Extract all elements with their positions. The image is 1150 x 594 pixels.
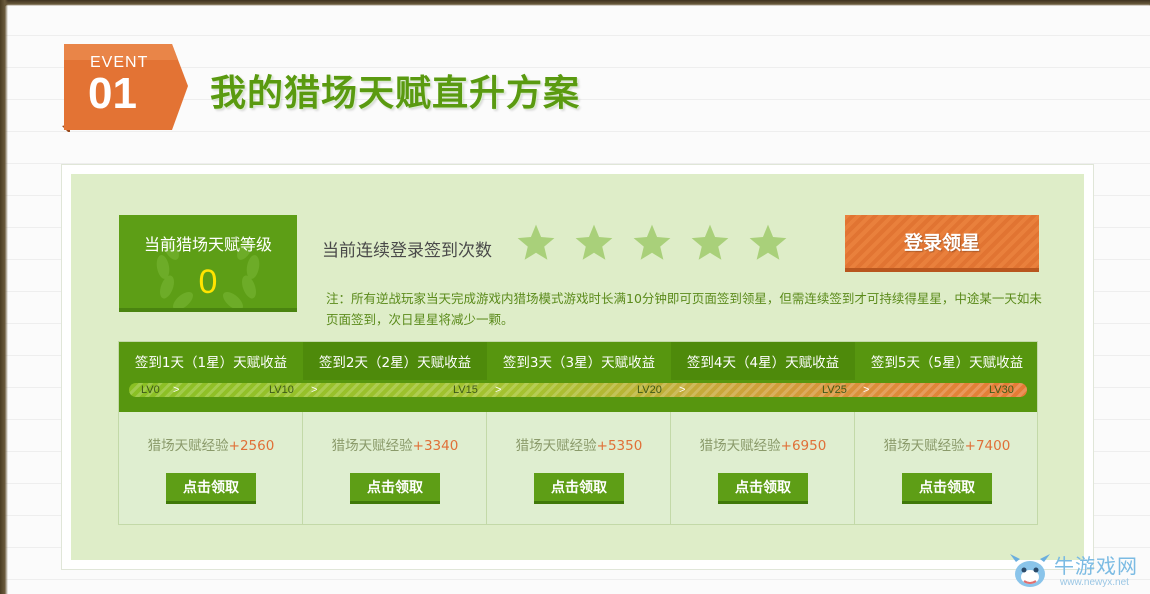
login-streak-label: 当前连续登录签到次数: [322, 241, 492, 261]
exp-label: 猎场天赋经验: [883, 438, 965, 454]
exp-label: 猎场天赋经验: [699, 438, 781, 454]
level-arrow: >: [863, 384, 870, 396]
level-marker-lv20: LV20: [637, 384, 662, 396]
reward-header-day2: 签到2天（2星）天赋收益: [303, 342, 487, 380]
exp-value: +2560: [228, 438, 275, 454]
star-icon: [575, 224, 613, 260]
watermark-name: 牛游戏网: [1054, 554, 1138, 578]
reward-header-day4: 签到4天（4星）天赋收益: [671, 342, 855, 380]
reward-exp: 猎场天赋经验+5350: [487, 434, 671, 454]
exp-value: +5350: [596, 438, 643, 454]
reward-header-day3: 签到3天（3星）天赋收益: [502, 355, 656, 371]
exp-label: 猎场天赋经验: [147, 438, 229, 454]
reward-header-day5: 签到5天（5星）天赋收益: [870, 355, 1024, 371]
level-marker-lv30: LV30: [989, 384, 1014, 396]
claim-button-day5[interactable]: 点击领取: [902, 473, 992, 504]
talent-level-value: 0: [198, 263, 218, 301]
level-marker-lv0: LV0: [141, 384, 160, 396]
exp-value: +7400: [964, 438, 1011, 454]
rewards-header: 签到1天（1星）天赋收益 签到2天（2星）天赋收益 签到3天（3星）天赋收益 签…: [119, 342, 1037, 412]
reward-cell-day1: 猎场天赋经验+2560 点击领取: [119, 412, 303, 524]
mascot-icon: [1010, 554, 1050, 587]
talent-level-label: 当前猎场天赋等级: [143, 235, 272, 254]
reward-exp: 猎场天赋经验+2560: [119, 434, 303, 454]
exp-label: 猎场天赋经验: [331, 438, 413, 454]
reward-header-day1: 签到1天（1星）天赋收益: [134, 355, 288, 371]
talent-level-box: 当前猎场天赋等级 0: [119, 215, 297, 312]
page-title: 我的猎场天赋直升方案: [210, 73, 581, 114]
star-rating: [515, 222, 789, 264]
reward-cell-day5: 猎场天赋经验+7400 点击领取: [855, 412, 1039, 524]
event-badge: EVENT 01: [60, 44, 190, 132]
rules-note: 注：所有逆战玩家当天完成游戏内猎场模式游戏时长满10分钟即可页面签到领星，但需连…: [326, 291, 1042, 327]
claim-button-day2[interactable]: 点击领取: [350, 473, 440, 504]
star-icon: [517, 224, 555, 260]
level-progress-bar: [129, 383, 1027, 397]
reward-exp: 猎场天赋经验+3340: [303, 434, 487, 454]
level-arrow: >: [173, 384, 180, 396]
reward-exp: 猎场天赋经验+6950: [671, 434, 855, 454]
badge-number: 01: [88, 69, 137, 118]
rewards-table: 签到1天（1星）天赋收益 签到2天（2星）天赋收益 签到3天（3星）天赋收益 签…: [118, 341, 1038, 525]
reward-cell-day4: 猎场天赋经验+6950 点击领取: [671, 412, 855, 524]
star-icon: [749, 224, 787, 260]
exp-label: 猎场天赋经验: [515, 438, 597, 454]
site-watermark: 牛游戏网 www.newyx.net: [1006, 546, 1150, 594]
level-marker-lv15: LV15: [453, 384, 478, 396]
reward-exp: 猎场天赋经验+7400: [855, 434, 1039, 454]
claim-button-day1[interactable]: 点击领取: [166, 473, 256, 504]
level-marker-lv25: LV25: [822, 384, 847, 396]
exp-value: +6950: [780, 438, 827, 454]
level-marker-lv10: LV10: [269, 384, 294, 396]
exp-value: +3340: [412, 438, 459, 454]
level-arrow: >: [679, 384, 686, 396]
reward-cell-day3: 猎场天赋经验+5350 点击领取: [487, 412, 671, 524]
reward-cell-day2: 猎场天赋经验+3340 点击领取: [303, 412, 487, 524]
watermark-url: www.newyx.net: [1060, 577, 1129, 588]
rewards-body: 猎场天赋经验+2560 点击领取 猎场天赋经验+3340 点击领取 猎场天赋经验…: [119, 412, 1037, 524]
level-arrow: >: [495, 384, 502, 396]
star-icon: [691, 224, 729, 260]
login-collect-star-button[interactable]: 登录领星: [845, 215, 1039, 272]
level-arrow: >: [311, 384, 318, 396]
claim-button-day4[interactable]: 点击领取: [718, 473, 808, 504]
claim-button-day3[interactable]: 点击领取: [534, 473, 624, 504]
star-icon: [633, 224, 671, 260]
torn-edge-left: [0, 0, 8, 594]
torn-edge-top: [0, 0, 1150, 6]
